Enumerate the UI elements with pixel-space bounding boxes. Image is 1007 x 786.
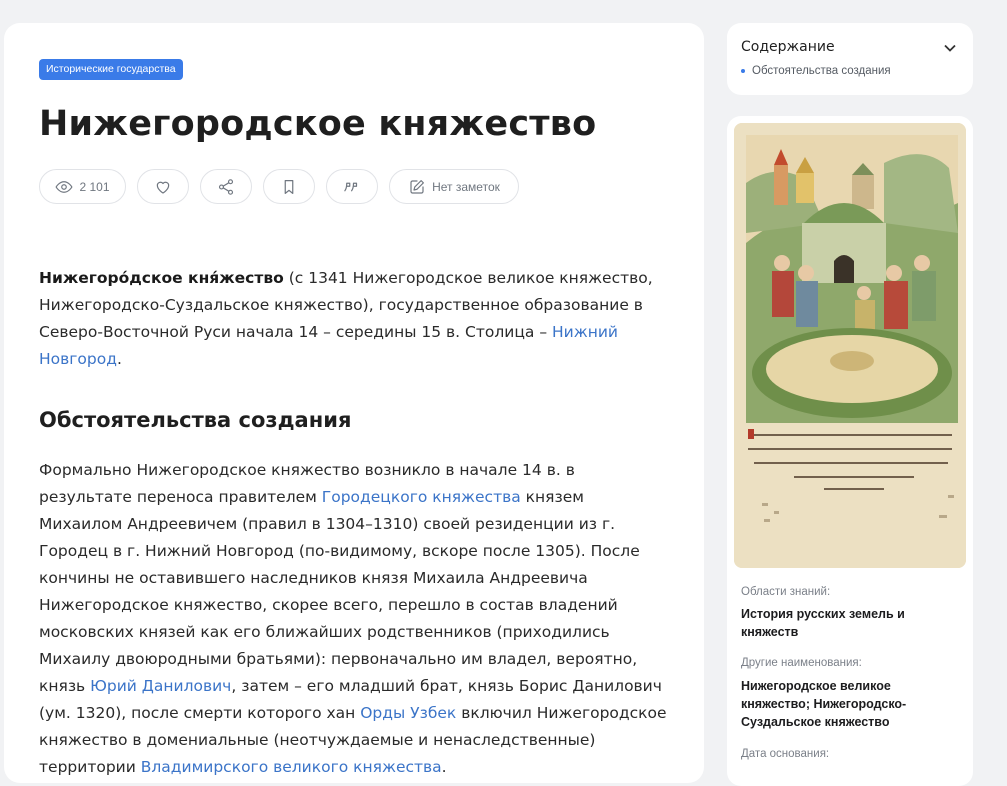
link-vladimir-principality[interactable]: Владимирского великого княжества	[141, 758, 442, 776]
bullet-icon	[741, 69, 745, 73]
intro-paragraph: Нижегоро́дское кня́жество (с 1341 Нижего…	[39, 269, 653, 368]
field-label-knowledge-area: Области знаний:	[741, 586, 831, 598]
views-count: 2 101	[79, 179, 110, 194]
field-label-founding-date: Дата основания:	[741, 748, 830, 760]
section-heading: Обстоятельства создания	[39, 408, 352, 432]
link-gorodets-principality[interactable]: Городецкого княжества	[322, 488, 521, 506]
notes-button[interactable]: Нет заметок	[389, 169, 519, 204]
chronicle-miniature-image[interactable]	[734, 123, 966, 568]
toc-toggle[interactable]	[943, 40, 957, 54]
link-yuri-danilovich[interactable]: Юрий Данилович	[90, 677, 231, 695]
category-badge[interactable]: Исторические государства	[39, 59, 183, 80]
quote-button[interactable]	[326, 169, 378, 204]
notes-label: Нет заметок	[432, 179, 500, 194]
bookmark-icon	[284, 179, 294, 194]
article-term: Нижегоро́дское кня́жество	[39, 269, 284, 287]
article-actions: 2 101 Нет заметок	[39, 169, 530, 205]
toc-title[interactable]: Содержание	[741, 39, 835, 55]
views-counter: 2 101	[39, 169, 126, 204]
edit-note-icon	[410, 179, 425, 194]
bookmark-button[interactable]	[263, 169, 315, 204]
field-value-other-names: Нижегородское великое княжество; Нижегор…	[741, 679, 907, 729]
page-title: Нижегородское княжество	[39, 104, 597, 144]
field-value-knowledge-area[interactable]: История русских земель и княжеств	[741, 605, 961, 641]
eye-icon	[56, 180, 73, 193]
heart-icon	[156, 181, 170, 194]
field-label-other-names: Другие наименования:	[741, 657, 862, 669]
chevron-down-icon	[944, 44, 956, 52]
chronicle-illustration	[734, 123, 966, 568]
toc-item[interactable]: Обстоятельства создания	[741, 65, 891, 77]
info-sidebar: Области знаний: История русских земель и…	[727, 116, 973, 786]
quote-icon	[344, 182, 358, 191]
link-horde-uzbek[interactable]: Орды Узбек	[360, 704, 456, 722]
share-button[interactable]	[200, 169, 252, 204]
section-paragraph: Формально Нижегородское княжество возник…	[39, 461, 667, 776]
like-button[interactable]	[137, 169, 189, 204]
article-card: Исторические государства Нижегородское к…	[4, 23, 704, 783]
share-icon	[218, 178, 234, 195]
table-of-contents: Содержание Обстоятельства создания	[727, 23, 973, 95]
